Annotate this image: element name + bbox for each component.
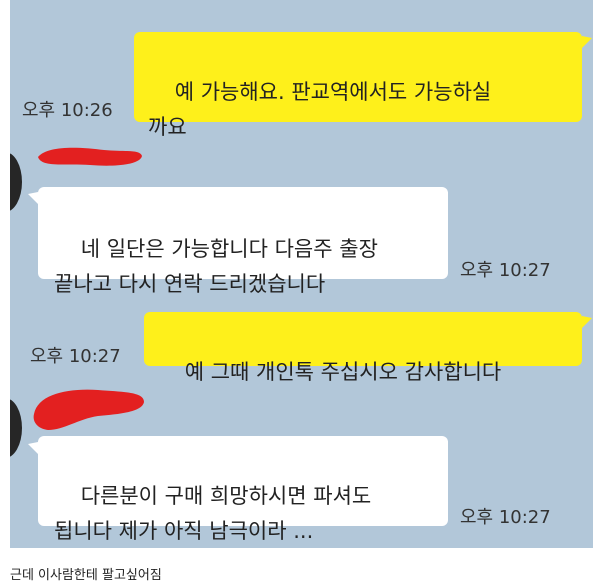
post-caption: 근데 이사람한테 팔고싶어짐 bbox=[10, 568, 162, 583]
redacted-sender-name bbox=[33, 389, 144, 430]
other-message-bubble[interactable]: 다른분이 구매 희망하시면 파셔도 됩니다 제가 아직 남극이라 ... bbox=[38, 436, 448, 543]
bubble-tail bbox=[582, 36, 592, 48]
message-timestamp: 오후 10:27 bbox=[460, 507, 551, 528]
bubble-tail bbox=[28, 192, 38, 204]
message-timestamp: 오후 10:26 bbox=[22, 100, 113, 121]
sender-avatar bbox=[10, 398, 22, 458]
message-text: 예 그때 개인톡 주십시오 감사합니다 bbox=[184, 360, 502, 384]
chat-window: 예 가능해요. 판교역에서도 가능하실 까요 오후 10:26 네 일단은 가능… bbox=[10, 0, 593, 548]
sender-avatar bbox=[10, 152, 22, 212]
message-timestamp: 오후 10:27 bbox=[30, 346, 121, 367]
bubble-tail bbox=[28, 442, 38, 454]
message-text: 다른분이 구매 희망하시면 파셔도 됩니다 제가 아직 남극이라 ... bbox=[54, 484, 372, 543]
bubble-tail bbox=[582, 316, 592, 328]
other-message-bubble[interactable]: 네 일단은 가능합니다 다음주 출장 끝나고 다시 연락 드리겠습니다 bbox=[38, 187, 448, 296]
my-message-bubble[interactable]: 예 그때 개인톡 주십시오 감사합니다 bbox=[144, 312, 582, 384]
redacted-sender-name bbox=[38, 147, 142, 166]
message-text: 예 가능해요. 판교역에서도 가능하실 까요 bbox=[148, 80, 492, 139]
message-text: 네 일단은 가능합니다 다음주 출장 끝나고 다시 연락 드리겠습니다 bbox=[54, 237, 378, 296]
message-timestamp: 오후 10:27 bbox=[460, 260, 551, 281]
my-message-bubble[interactable]: 예 가능해요. 판교역에서도 가능하실 까요 bbox=[134, 32, 582, 139]
